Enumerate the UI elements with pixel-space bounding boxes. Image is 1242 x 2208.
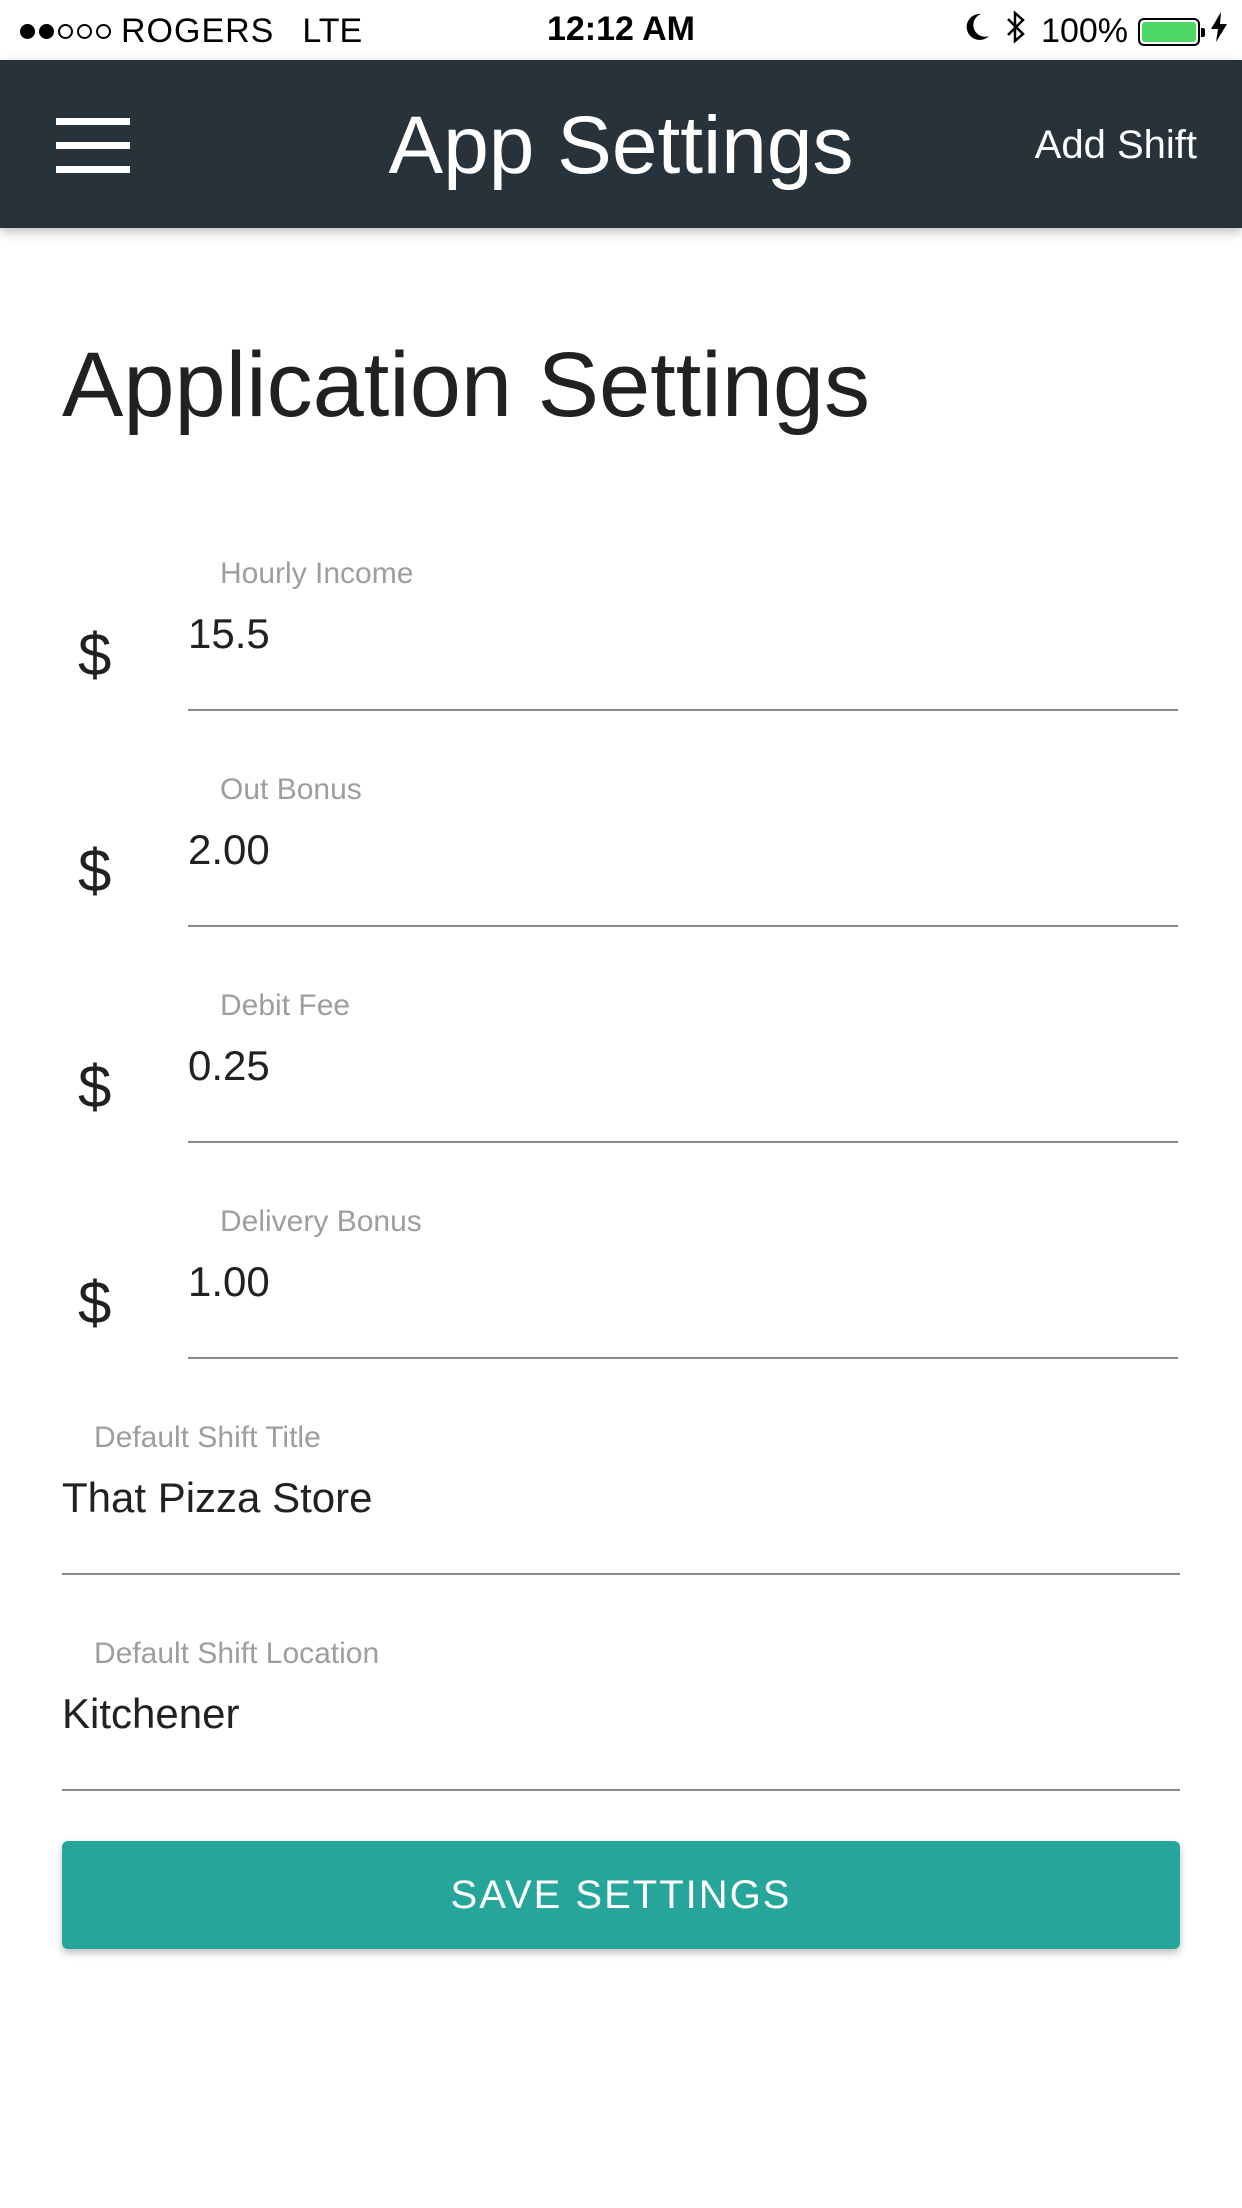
out-bonus-field: $ Out Bonus xyxy=(0,772,1242,952)
save-settings-button[interactable]: SAVE SETTINGS xyxy=(62,1841,1180,1949)
dollar-icon: $ xyxy=(78,1269,112,1336)
input-underline xyxy=(62,1789,1180,1791)
add-shift-button[interactable]: Add Shift xyxy=(1035,115,1197,175)
input-underline xyxy=(188,1357,1178,1359)
moon-icon xyxy=(963,12,991,51)
input-underline xyxy=(62,1573,1180,1575)
page-title: Application Settings xyxy=(62,334,871,436)
hourly-income-field: $ Hourly Income xyxy=(0,556,1242,736)
hourly-income-input[interactable] xyxy=(188,604,1178,664)
input-underline xyxy=(188,709,1178,711)
debit-fee-label: Debit Fee xyxy=(220,989,351,1022)
default-shift-location-label: Default Shift Location xyxy=(94,1637,380,1670)
delivery-bonus-input[interactable] xyxy=(188,1252,1178,1312)
dollar-icon: $ xyxy=(78,621,112,688)
app-header: App Settings Add Shift xyxy=(0,60,1242,228)
charging-bolt-icon xyxy=(1210,12,1228,51)
default-shift-location-input[interactable] xyxy=(62,1684,1180,1744)
input-underline xyxy=(188,925,1178,927)
debit-fee-input[interactable] xyxy=(188,1036,1178,1096)
dollar-icon: $ xyxy=(78,837,112,904)
battery-percent: 100% xyxy=(1041,12,1128,50)
input-underline xyxy=(188,1141,1178,1143)
battery-level xyxy=(1142,21,1196,42)
status-right: 100% xyxy=(963,10,1228,53)
delivery-bonus-field: $ Delivery Bonus xyxy=(0,1204,1242,1384)
default-shift-location-field: Default Shift Location xyxy=(0,1636,1242,1816)
out-bonus-input[interactable] xyxy=(188,820,1178,880)
debit-fee-field: $ Debit Fee xyxy=(0,988,1242,1168)
bluetooth-icon xyxy=(1005,10,1027,53)
status-bar: ROGERS LTE 12:12 AM 100% xyxy=(0,0,1242,60)
dollar-icon: $ xyxy=(78,1053,112,1120)
default-shift-title-field: Default Shift Title xyxy=(0,1420,1242,1600)
default-shift-title-input[interactable] xyxy=(62,1468,1180,1528)
out-bonus-label: Out Bonus xyxy=(220,773,362,806)
battery-icon xyxy=(1138,17,1205,46)
default-shift-title-label: Default Shift Title xyxy=(94,1421,321,1454)
hourly-income-label: Hourly Income xyxy=(220,557,414,590)
delivery-bonus-label: Delivery Bonus xyxy=(220,1205,422,1238)
